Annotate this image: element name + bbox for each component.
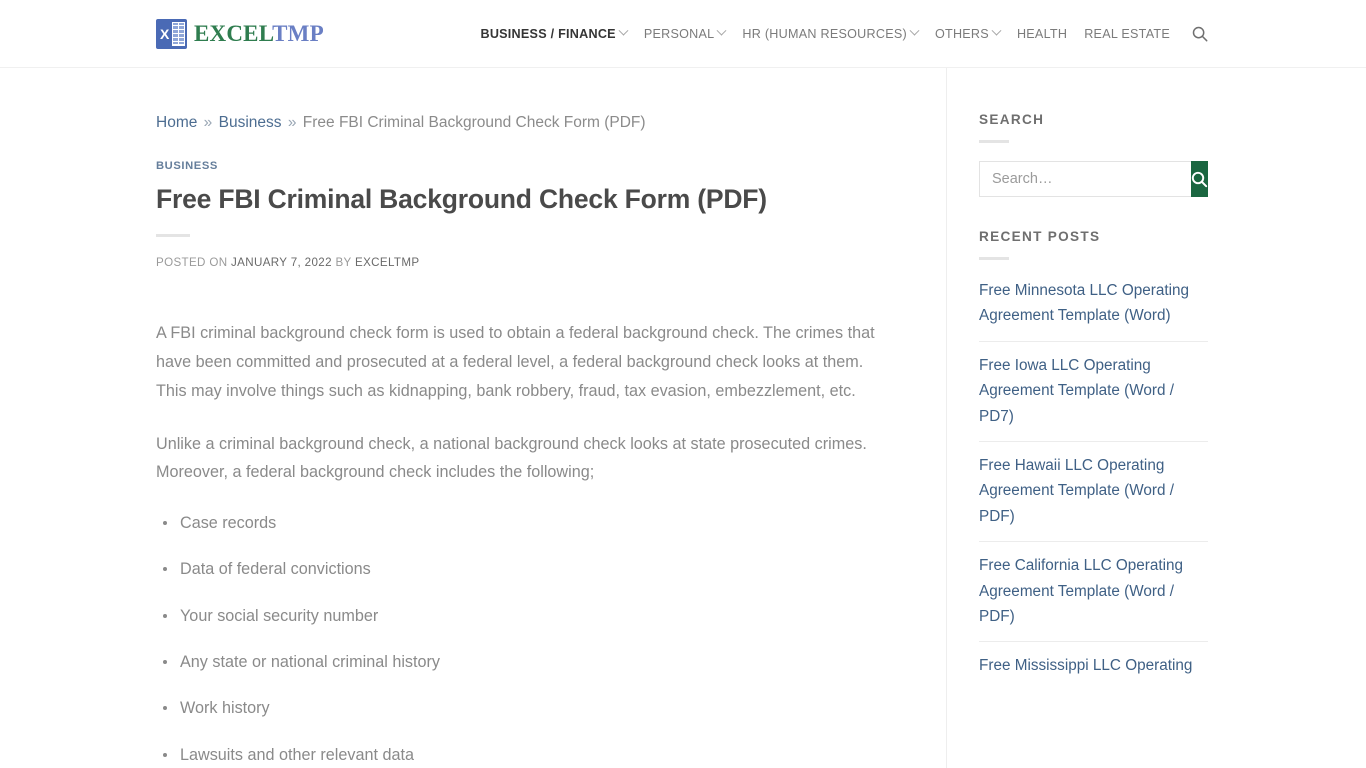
list-item: Case records [156, 511, 886, 535]
list-item: Data of federal convictions [156, 557, 886, 581]
article-bullet-list: Case records Data of federal convictions… [156, 511, 886, 767]
widget-divider [979, 140, 1009, 143]
search-widget: SEARCH [979, 112, 1208, 197]
breadcrumb-home-link[interactable]: Home [156, 114, 197, 131]
main-content: Home » Business » Free FBI Criminal Back… [156, 68, 946, 768]
logo-text: EXCELTMP [194, 22, 324, 45]
breadcrumb: Home » Business » Free FBI Criminal Back… [156, 112, 886, 134]
nav-item-business-finance[interactable]: BUSINESS / FINANCE [480, 25, 629, 41]
chevron-down-icon [991, 25, 1002, 36]
meta-date-link[interactable]: JANUARY 7, 2022 [231, 256, 332, 269]
main-navigation: BUSINESS / FINANCE PERSONAL HR (HUMAN RE… [480, 24, 1210, 44]
meta-author-link[interactable]: EXCELTMP [355, 256, 419, 269]
search-widget-title: SEARCH [979, 112, 1045, 127]
recent-posts-list: Free Minnesota LLC Operating Agreement T… [979, 278, 1208, 691]
recent-post-link[interactable]: Free Mississippi LLC Operating [979, 653, 1208, 678]
article-paragraph: Unlike a criminal background check, a na… [156, 434, 867, 482]
article-category-label[interactable]: BUSINESS [156, 160, 886, 172]
page-wrapper: Home » Business » Free FBI Criminal Back… [138, 68, 1228, 768]
excel-file-icon: X [156, 18, 187, 49]
chevron-down-icon [909, 25, 920, 36]
breadcrumb-category-link[interactable]: Business [219, 114, 282, 131]
article-meta: POSTED ON JANUARY 7, 2022 BY EXCELTMP [156, 256, 886, 269]
sidebar-search-form [979, 161, 1208, 197]
article-body: A FBI criminal background check form is … [156, 319, 886, 767]
nav-item-label: OTHERS [934, 26, 989, 41]
page-title: Free FBI Criminal Background Check Form … [156, 183, 767, 214]
search-submit-button[interactable] [1191, 161, 1208, 197]
sidebar: SEARCH RECENT POSTS Free Minnesota LLC O… [946, 68, 1208, 768]
breadcrumb-current: Free FBI Criminal Background Check Form … [302, 114, 646, 131]
recent-posts-widget: RECENT POSTS Free Minnesota LLC Operatin… [979, 229, 1208, 691]
list-item: Free California LLC Operating Agreement … [979, 542, 1208, 643]
search-input[interactable] [979, 161, 1191, 197]
recent-post-link[interactable]: Free Iowa LLC Operating Agreement Templa… [979, 353, 1208, 429]
list-item: Lawsuits and other relevant data [156, 743, 886, 767]
list-item: Free Mississippi LLC Operating [979, 642, 1208, 690]
widget-divider [979, 257, 1009, 260]
search-icon [1191, 171, 1208, 187]
list-item: Any state or national criminal history [156, 650, 886, 674]
logo-text-secondary: TMP [272, 21, 324, 46]
article-paragraph: A FBI criminal background check form is … [156, 324, 875, 400]
nav-item-label: REAL ESTATE [1084, 26, 1170, 41]
nav-item-label: BUSINESS / FINANCE [480, 26, 616, 41]
list-item: Free Iowa LLC Operating Agreement Templa… [979, 342, 1208, 442]
chevron-down-icon [716, 25, 727, 36]
logo-icon-letter: X [160, 25, 170, 42]
recent-post-link[interactable]: Free California LLC Operating Agreement … [979, 553, 1208, 629]
list-item: Free Minnesota LLC Operating Agreement T… [979, 278, 1208, 342]
meta-posted-label: POSTED ON [156, 256, 228, 270]
site-logo[interactable]: X EXCELTMP [156, 18, 324, 49]
list-item: Work history [156, 696, 886, 720]
logo-icon-grid [172, 21, 185, 46]
nav-item-label: PERSONAL [643, 26, 715, 41]
breadcrumb-separator: » [287, 114, 297, 131]
logo-text-primary: EXCEL [194, 21, 273, 46]
nav-item-hr[interactable]: HR (HUMAN RESOURCES) [742, 25, 920, 41]
recent-post-link[interactable]: Free Hawaii LLC Operating Agreement Temp… [979, 453, 1208, 529]
list-item: Free Hawaii LLC Operating Agreement Temp… [979, 442, 1208, 543]
title-divider [156, 234, 190, 238]
nav-item-label: HR (HUMAN RESOURCES) [742, 26, 907, 41]
site-header: X EXCELTMP BUSINESS / FINANCE PERSONAL H… [0, 0, 1366, 68]
header-search-icon[interactable] [1190, 24, 1210, 44]
list-item: Your social security number [156, 604, 886, 628]
recent-post-link[interactable]: Free Minnesota LLC Operating Agreement T… [979, 278, 1208, 329]
header-inner: X EXCELTMP BUSINESS / FINANCE PERSONAL H… [138, 18, 1228, 49]
nav-item-label: HEALTH [1016, 26, 1068, 41]
nav-item-others[interactable]: OTHERS [934, 25, 1002, 41]
chevron-down-icon [618, 25, 629, 36]
breadcrumb-separator: » [203, 114, 213, 131]
meta-by-label: BY [335, 256, 352, 270]
nav-item-personal[interactable]: PERSONAL [643, 25, 727, 41]
nav-item-health[interactable]: HEALTH [1017, 27, 1067, 41]
nav-item-real-estate[interactable]: REAL ESTATE [1084, 27, 1170, 41]
recent-posts-title: RECENT POSTS [979, 229, 1101, 244]
